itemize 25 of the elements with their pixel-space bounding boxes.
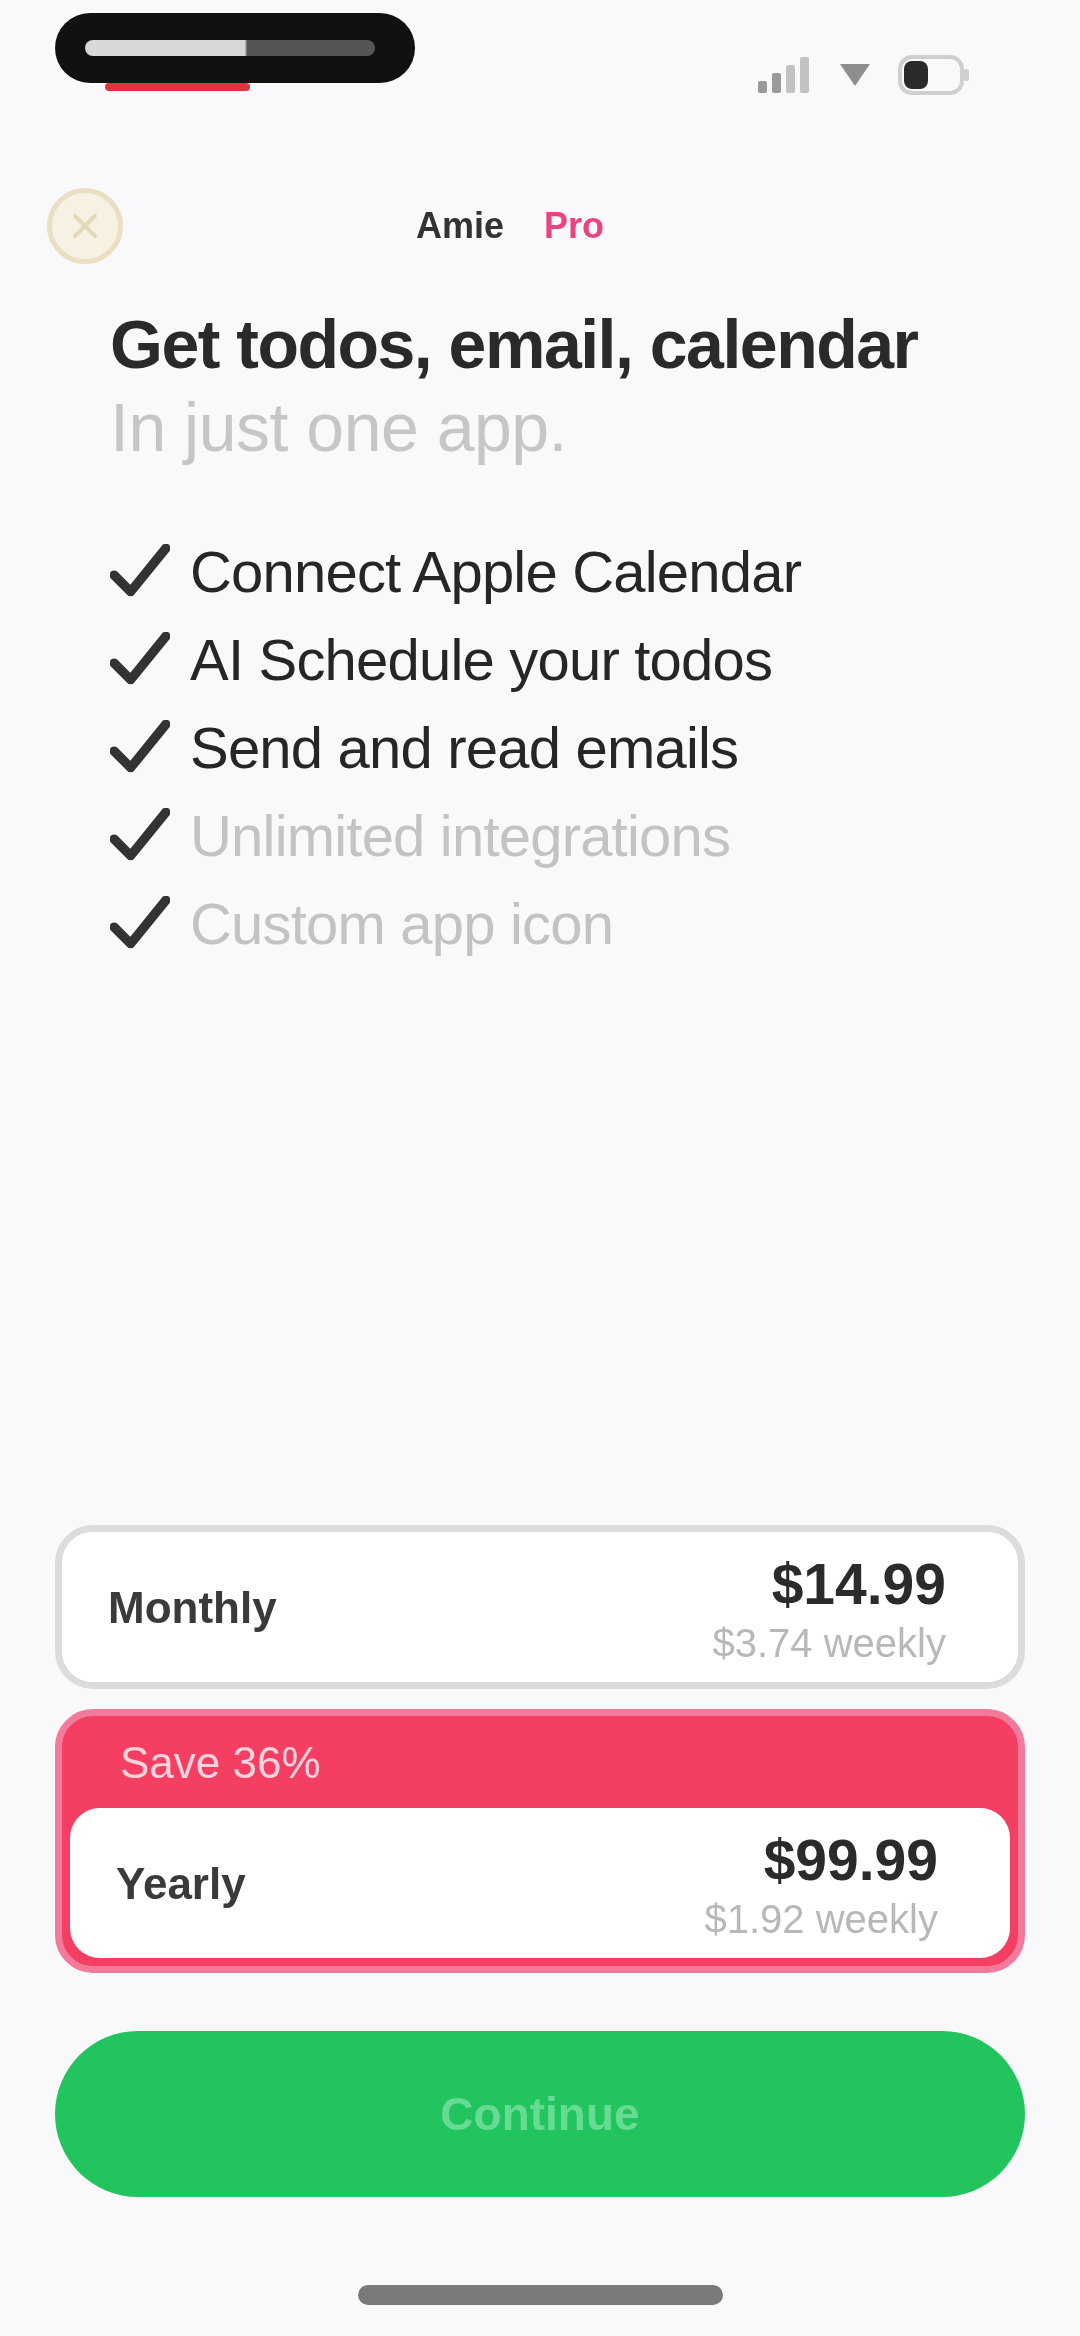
plan-option[interactable]: Monthly $14.99 $3.74 weekly [55, 1525, 1025, 1689]
check-icon [110, 720, 170, 774]
battery-icon [898, 55, 970, 95]
check-icon [110, 808, 170, 862]
weekly-price: $3.74 weekly [712, 1620, 946, 1666]
plan-name: Yearly [116, 1859, 246, 1909]
plan-price: $99.99 [763, 1826, 938, 1893]
pro-label: Pro [544, 205, 604, 247]
check-icon [110, 632, 170, 686]
feature-text: Send and read emails [190, 713, 739, 781]
close-icon [72, 213, 98, 239]
plan-name: Monthly [108, 1583, 277, 1633]
plan-price: $14.99 [771, 1550, 946, 1617]
check-icon [110, 896, 170, 950]
triangle-icon [840, 64, 870, 86]
indicator-bar-icon [105, 83, 250, 91]
signal-icon [758, 57, 812, 93]
headline-title: Get todos, email, calendar [110, 305, 919, 384]
plan-option[interactable]: Save 36% Yearly $99.99 $1.92 weekly [55, 1709, 1025, 1973]
feature-text: AI Schedule your todos [190, 625, 773, 693]
check-icon [110, 544, 170, 598]
weekly-price: $1.92 weekly [704, 1896, 938, 1942]
feature-text: Connect Apple Calendar [190, 537, 802, 605]
brand-name: Amie [415, 205, 504, 247]
savings-label: Save 36% [119, 1737, 322, 1789]
